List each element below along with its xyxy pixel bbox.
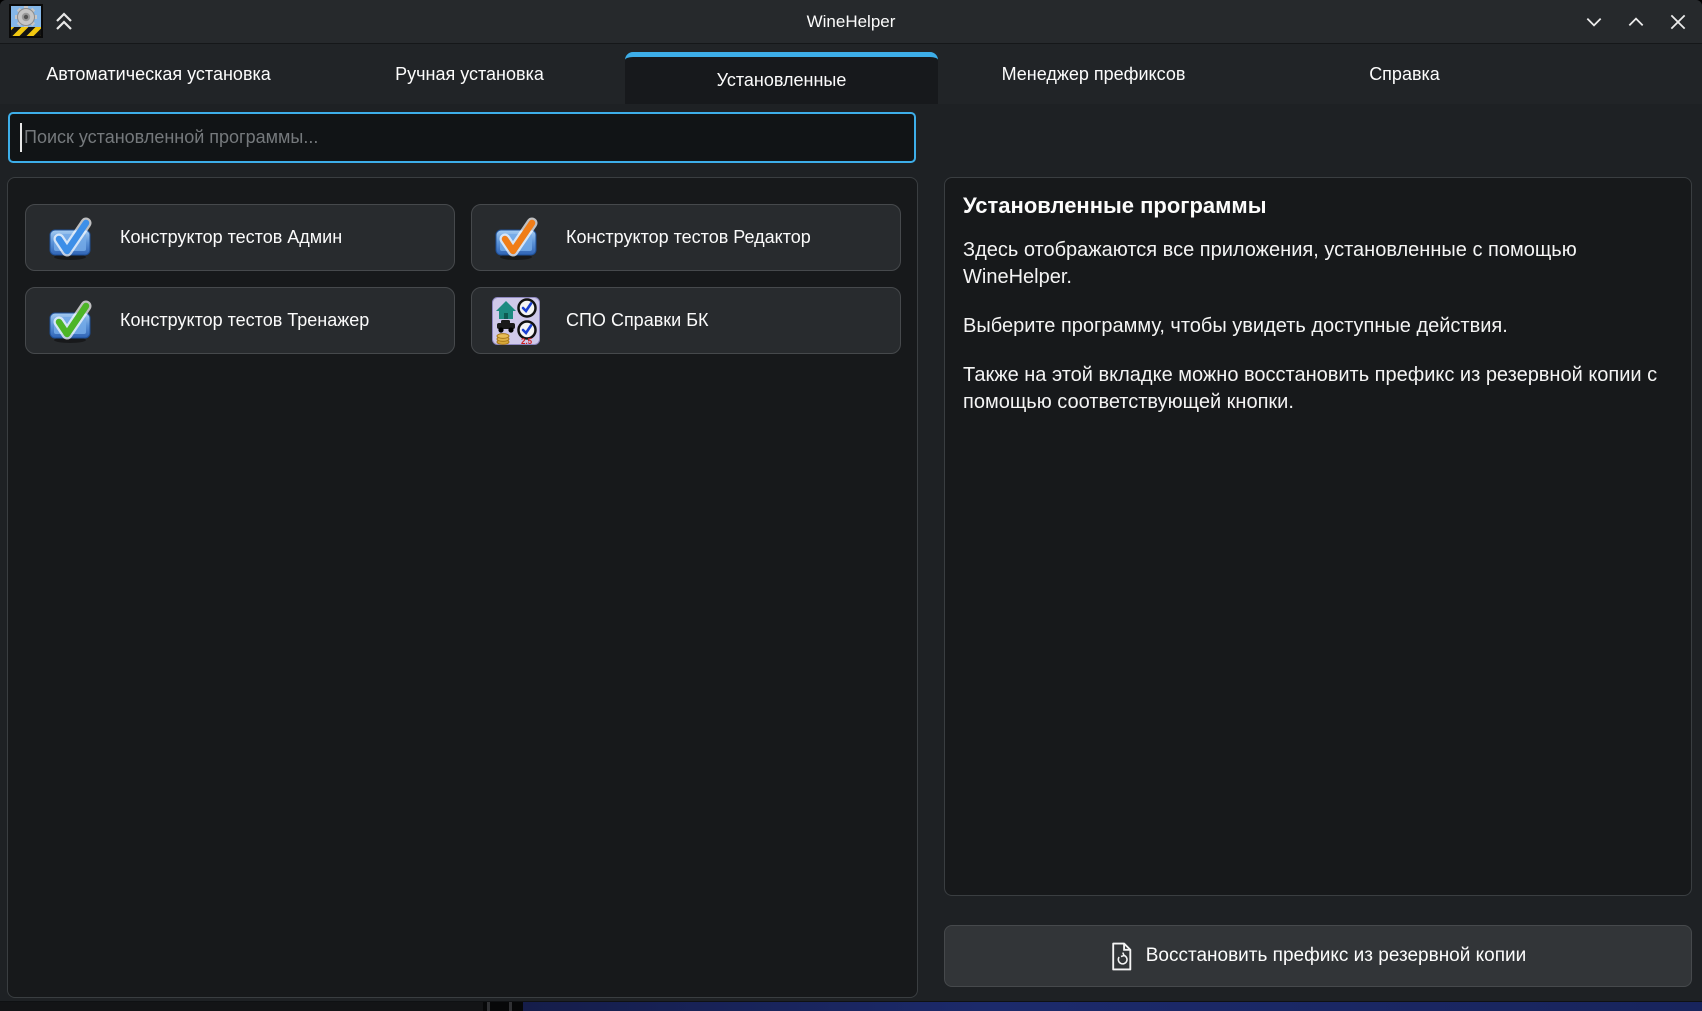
tab-installed[interactable]: Установленные [625, 52, 938, 104]
tab-help[interactable]: Справка [1249, 44, 1560, 104]
window-title: WineHelper [0, 0, 1702, 43]
green-check-app-icon [46, 297, 94, 345]
svg-text:2.5: 2.5 [521, 337, 533, 345]
restore-button-label: Восстановить префикс из резервной копии [1146, 945, 1527, 967]
program-item-spo-spravki[interactable]: 2.5 СПО Справки БК [471, 287, 901, 354]
program-item-admin[interactable]: Конструктор тестов Админ [25, 204, 455, 271]
program-name: Конструктор тестов Редактор [566, 227, 811, 248]
tab-prefix-manager[interactable]: Менеджер префиксов [938, 44, 1249, 104]
program-name: Конструктор тестов Админ [120, 227, 342, 248]
titlebar[interactable]: WineHelper [0, 0, 1702, 44]
tab-bar: Автоматическая установка Ручная установк… [0, 44, 1702, 104]
double-chevron-up-icon[interactable] [52, 10, 76, 34]
program-item-trenazher[interactable]: Конструктор тестов Тренажер [25, 287, 455, 354]
bottom-strip [0, 1002, 1702, 1011]
installed-programs-panel: Конструктор тестов Админ Конструктор тес… [7, 177, 918, 998]
window-controls [1584, 12, 1688, 32]
content-area: Конструктор тестов Админ Конструктор тес… [0, 104, 1702, 1002]
close-button[interactable] [1668, 12, 1688, 32]
blue-check-app-icon [46, 214, 94, 262]
bottom-strip-navy-segment [523, 1002, 1702, 1011]
bottom-strip-dark-segment [0, 1002, 483, 1011]
spo-spravki-bk-app-icon: 2.5 [492, 297, 540, 345]
search-input[interactable] [8, 112, 916, 163]
maximize-button[interactable] [1626, 12, 1646, 32]
winehelper-app-icon [9, 4, 43, 38]
orange-check-app-icon [492, 214, 540, 262]
program-name: Конструктор тестов Тренажер [120, 310, 369, 331]
app-window: WineHelper Автоматическая установка Ручн… [0, 0, 1702, 1002]
program-item-redaktor[interactable]: Конструктор тестов Редактор [471, 204, 901, 271]
document-restore-icon [1110, 942, 1133, 971]
info-paragraph: Выберите программу, чтобы увидеть доступ… [963, 313, 1673, 340]
info-panel-title: Установленные программы [963, 193, 1673, 219]
info-paragraph: Здесь отображаются все приложения, устан… [963, 237, 1673, 291]
restore-prefix-button[interactable]: Восстановить префикс из резервной копии [944, 925, 1692, 987]
info-paragraph: Также на этой вкладке можно восстановить… [963, 362, 1673, 416]
info-panel: Установленные программы Здесь отображают… [944, 177, 1692, 896]
bottom-strip-black-segment [483, 1002, 523, 1011]
minimize-button[interactable] [1584, 12, 1604, 32]
program-name: СПО Справки БК [566, 310, 709, 331]
tab-manual-install[interactable]: Ручная установка [314, 44, 625, 104]
tab-auto-install[interactable]: Автоматическая установка [3, 44, 314, 104]
